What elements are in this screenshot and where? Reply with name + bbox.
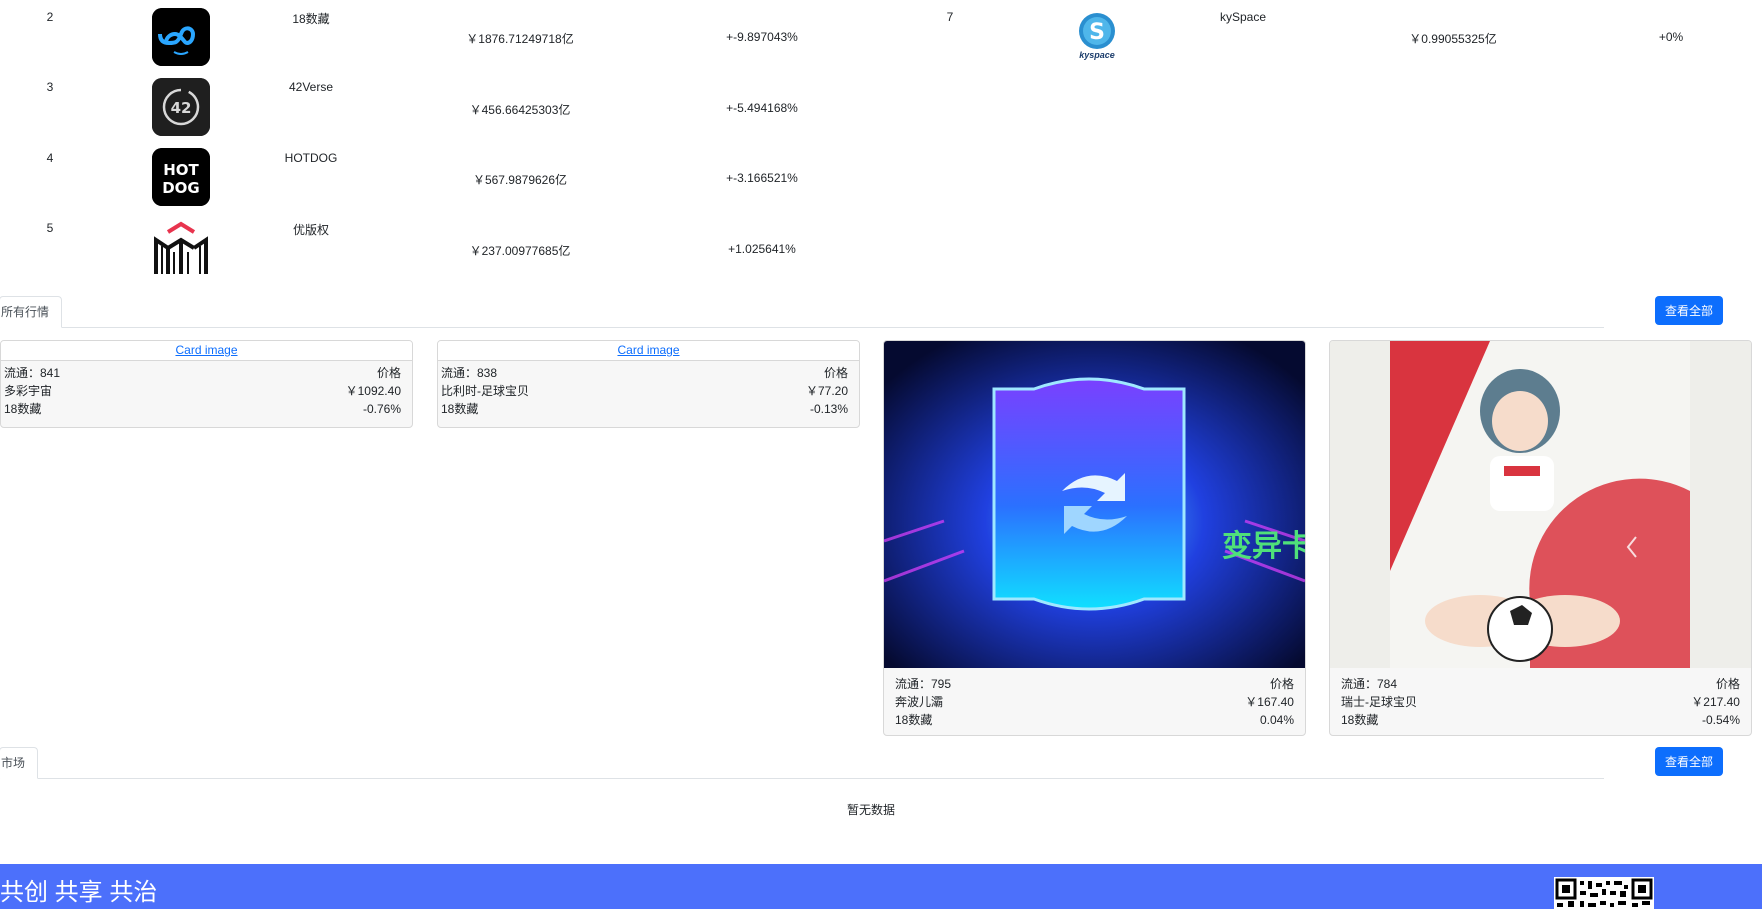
change-percent: +1.025641% <box>728 242 796 256</box>
empty-state: 暂无数据 <box>846 803 895 817</box>
change-percent: -0.54% <box>1701 713 1740 727</box>
footer: 共创 共享 共治 <box>0 864 1762 909</box>
svg-text:42: 42 <box>171 99 192 117</box>
platform-name[interactable]: HOTDOG <box>231 151 391 165</box>
m-logo-icon[interactable] <box>152 218 210 276</box>
rank-number: 3 <box>46 80 54 94</box>
rank-number: 2 <box>46 10 54 24</box>
42-logo-icon[interactable]: 42 <box>152 78 210 136</box>
kyspace-logo-icon[interactable]: S kyspace <box>1070 10 1124 64</box>
item-price: ￥77.20 <box>805 384 848 398</box>
view-all-button[interactable]: 查看全部 <box>1655 747 1723 776</box>
platform-name[interactable]: 18数藏 <box>231 10 391 27</box>
item-name: 多彩宇宙 <box>4 384 53 398</box>
svg-text:S: S <box>1089 20 1105 45</box>
tab-divider <box>0 327 1604 328</box>
market-value: ￥456.66425303亿 <box>469 103 571 117</box>
item-name: 瑞士-足球宝贝 <box>1341 695 1417 709</box>
change-percent: -0.13% <box>809 402 848 416</box>
card-image-link[interactable]: Card image <box>175 343 237 357</box>
infinity-logo-icon[interactable] <box>152 8 210 66</box>
tab-divider <box>0 778 1604 779</box>
rank-number: 7 <box>946 10 954 24</box>
price-label: 价格 <box>823 366 848 380</box>
change-percent: -0.76% <box>362 402 401 416</box>
svg-text:HOT: HOT <box>163 161 199 179</box>
svg-text:DOG: DOG <box>162 179 200 197</box>
nft-card[interactable]: 流通：784 价格 瑞士-足球宝贝 ￥217.40 18数藏 -0.54% <box>1329 340 1752 736</box>
price-label: 价格 <box>1715 677 1740 691</box>
platform-name: 18数藏 <box>1341 713 1379 727</box>
item-name: 比利时-足球宝贝 <box>441 384 529 398</box>
card-image-link[interactable]: Card image <box>617 343 679 357</box>
platform-name: 18数藏 <box>4 402 42 416</box>
change-percent: +-5.494168% <box>726 101 798 115</box>
nft-card[interactable]: 变异卡 流通：795 价格 奔波儿灞 ￥167.40 18数藏 0.04% <box>883 340 1306 736</box>
change-percent: 0.04% <box>1259 713 1294 727</box>
platform-name: 18数藏 <box>441 402 479 416</box>
logo-caption: kyspace <box>1079 50 1115 60</box>
footer-slogan: 共创 共享 共治 <box>0 879 158 906</box>
market-value: ￥0.99055325亿 <box>1409 32 1497 46</box>
card-image[interactable]: 变异卡 <box>884 341 1305 668</box>
card-image[interactable] <box>1330 341 1751 668</box>
item-name: 奔波儿灞 <box>895 695 944 709</box>
circulation: 流通：838 <box>441 366 498 380</box>
platform-name[interactable]: 42Verse <box>231 80 391 94</box>
circulation: 流通：784 <box>1341 677 1398 691</box>
market-value: ￥1876.71249718亿 <box>466 32 574 46</box>
market-value: ￥567.9879626亿 <box>472 173 568 187</box>
platform-name[interactable]: kySpace <box>1163 10 1323 24</box>
item-price: ￥167.40 <box>1245 695 1294 709</box>
rank-number: 4 <box>46 151 54 165</box>
card-image-alt[interactable]: Card image <box>438 341 859 361</box>
hotdog-logo-icon[interactable]: HOT DOG <box>152 148 210 206</box>
item-price: ￥217.40 <box>1691 695 1740 709</box>
circulation: 流通：795 <box>895 677 952 691</box>
change-percent: +-9.897043% <box>726 30 798 44</box>
view-all-button[interactable]: 查看全部 <box>1655 296 1723 325</box>
tab-all-market[interactable]: 所有行情 <box>0 296 63 328</box>
platform-name: 18数藏 <box>895 713 933 727</box>
card-image-alt[interactable]: Card image <box>1 341 412 361</box>
change-percent: +-3.166521% <box>726 171 798 185</box>
platform-name[interactable]: 优版权 <box>231 221 391 238</box>
market-value: ￥237.00977685亿 <box>469 244 571 258</box>
price-label: 价格 <box>1269 677 1294 691</box>
circulation: 流通：841 <box>4 366 61 380</box>
tab-market[interactable]: 市场 <box>0 747 39 779</box>
change-percent: +0% <box>1658 30 1684 44</box>
card-image-text: 变异卡 <box>1222 529 1305 564</box>
nft-card[interactable]: Card image 流通：841 价格 多彩宇宙 ￥1092.40 18数藏 -0.… <box>0 340 413 428</box>
nft-card[interactable]: Card image 流通：838 价格 比利时-足球宝贝 ￥77.20 18数藏 -… <box>437 340 860 428</box>
item-price: ￥1092.40 <box>345 384 401 398</box>
price-label: 价格 <box>376 366 401 380</box>
qr-code-icon <box>1554 877 1654 909</box>
carousel-next-icon[interactable] <box>1626 521 1656 561</box>
rank-number: 5 <box>46 221 54 235</box>
